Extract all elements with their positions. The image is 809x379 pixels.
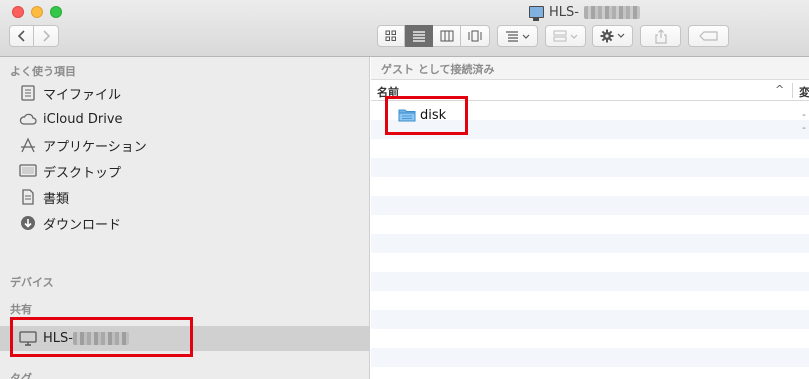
redacted-name (583, 5, 640, 19)
window-title-text: HLS- (549, 4, 579, 20)
table-row (371, 234, 809, 253)
file-detail: -- (802, 108, 806, 134)
table-row (371, 348, 809, 367)
list-view-button[interactable] (405, 25, 433, 47)
tag-button[interactable] (688, 25, 729, 47)
share-icon (654, 28, 667, 44)
view-mode-switcher (377, 25, 490, 47)
cloud-icon (19, 110, 37, 128)
sidebar-item-label: 書類 (43, 191, 70, 207)
column-divider[interactable] (792, 83, 793, 98)
share-button[interactable] (640, 25, 681, 47)
annotation-box-shared (10, 317, 193, 357)
close-window-button[interactable] (12, 6, 24, 18)
sort-ascending-icon: ^ (775, 83, 785, 96)
sidebar-item-downloads[interactable]: ダウンロード (0, 211, 369, 235)
coverflow-view-icon (468, 30, 482, 42)
column-view-icon (440, 30, 453, 42)
table-row (371, 177, 809, 196)
sidebar-item-label: デスクトップ (43, 165, 122, 181)
table-row (371, 158, 809, 177)
coverflow-view-button[interactable] (461, 25, 490, 47)
window-title: HLS- (529, 3, 640, 21)
icon-view-icon (385, 30, 396, 41)
connection-status: ゲスト として接続済み (371, 57, 809, 80)
zoom-window-button[interactable] (50, 6, 62, 18)
monitor-icon (529, 6, 544, 21)
tag-icon (698, 31, 718, 41)
chevron-left-icon (17, 30, 25, 42)
table-row (371, 367, 809, 379)
file-rows (371, 101, 809, 379)
chevron-right-icon (43, 30, 51, 42)
arrange-icon (505, 31, 529, 42)
group-icon (553, 30, 577, 42)
all-my-files-icon (19, 84, 37, 102)
group-button[interactable] (545, 25, 586, 47)
sidebar-item-icloud-drive[interactable]: iCloud Drive (0, 107, 369, 131)
documents-icon (19, 188, 37, 206)
shared-heading: 共有 (10, 303, 32, 316)
window-toolbar: HLS- (0, 0, 809, 57)
sidebar-item-label: ダウンロード (43, 217, 122, 233)
table-row (371, 215, 809, 234)
table-row (371, 310, 809, 329)
sidebar-item-desktop[interactable]: デスクトップ (0, 159, 369, 183)
table-row (371, 253, 809, 272)
action-button[interactable] (592, 25, 633, 47)
file-list-pane: ゲスト として接続済み 名前 ^ 変 disk -- (371, 57, 809, 379)
arrange-button[interactable] (497, 25, 538, 47)
column-header-modified[interactable]: 変 (799, 84, 809, 100)
column-view-button[interactable] (433, 25, 461, 47)
desktop-icon (19, 162, 37, 180)
back-button[interactable] (9, 25, 34, 47)
list-view-icon (412, 31, 425, 42)
table-row (371, 329, 809, 348)
sidebar-item-documents[interactable]: 書類 (0, 185, 369, 209)
forward-button[interactable] (34, 25, 59, 47)
table-row (371, 272, 809, 291)
table-row (371, 139, 809, 158)
table-row (371, 196, 809, 215)
tags-heading: タグ (10, 372, 32, 379)
navigation-buttons (9, 25, 59, 47)
sidebar-item-label: マイファイル (43, 87, 122, 103)
gear-icon (600, 29, 624, 43)
table-row (371, 291, 809, 310)
devices-heading: デバイス (10, 276, 54, 289)
sidebar-item-applications[interactable]: アプリケーション (0, 133, 369, 157)
sidebar-item-label: iCloud Drive (43, 111, 123, 127)
downloads-icon (19, 214, 37, 232)
sidebar-item-my-files[interactable]: マイファイル (0, 81, 369, 105)
applications-icon (19, 136, 37, 154)
sidebar: よく使う項目 マイファイル iCloud Drive アプリケーション デスクト… (0, 57, 370, 379)
icon-view-button[interactable] (377, 25, 405, 47)
favorites-heading: よく使う項目 (10, 65, 76, 78)
annotation-box-disk (385, 96, 468, 135)
minimize-window-button[interactable] (31, 6, 43, 18)
sidebar-item-label: アプリケーション (43, 139, 147, 155)
